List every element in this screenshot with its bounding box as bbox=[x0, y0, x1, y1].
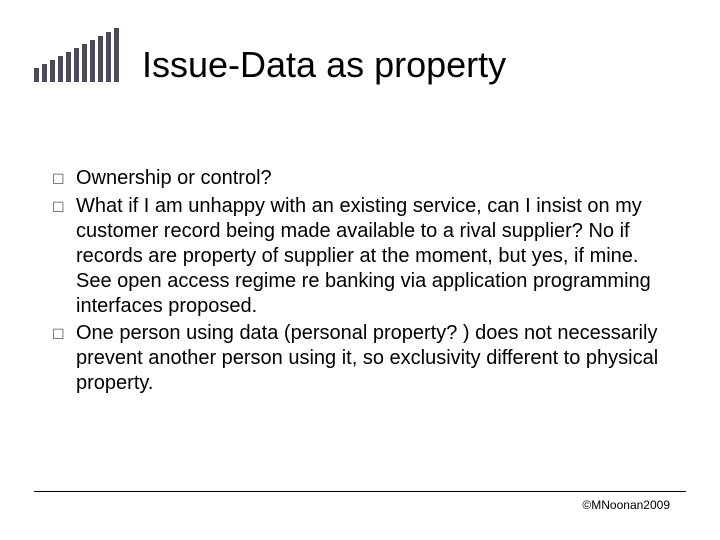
slide: Issue-Data as property ☐ Ownership or co… bbox=[0, 0, 720, 540]
copyright-footer: ©MNoonan2009 bbox=[582, 498, 670, 512]
checkbox-bullet-icon: ☐ bbox=[52, 166, 76, 192]
bullet-text: Ownership or control? bbox=[76, 166, 674, 192]
divider bbox=[34, 491, 686, 492]
decorative-bars bbox=[34, 22, 122, 82]
list-item: ☐ What if I am unhappy with an existing … bbox=[52, 194, 674, 319]
checkbox-bullet-icon: ☐ bbox=[52, 321, 76, 396]
list-item: ☐ One person using data (personal proper… bbox=[52, 321, 674, 396]
bullet-list: ☐ Ownership or control? ☐ What if I am u… bbox=[52, 166, 674, 398]
bullet-text: One person using data (personal property… bbox=[76, 321, 674, 396]
slide-title: Issue-Data as property bbox=[142, 44, 506, 86]
bullet-text: What if I am unhappy with an existing se… bbox=[76, 194, 674, 319]
checkbox-bullet-icon: ☐ bbox=[52, 194, 76, 319]
list-item: ☐ Ownership or control? bbox=[52, 166, 674, 192]
